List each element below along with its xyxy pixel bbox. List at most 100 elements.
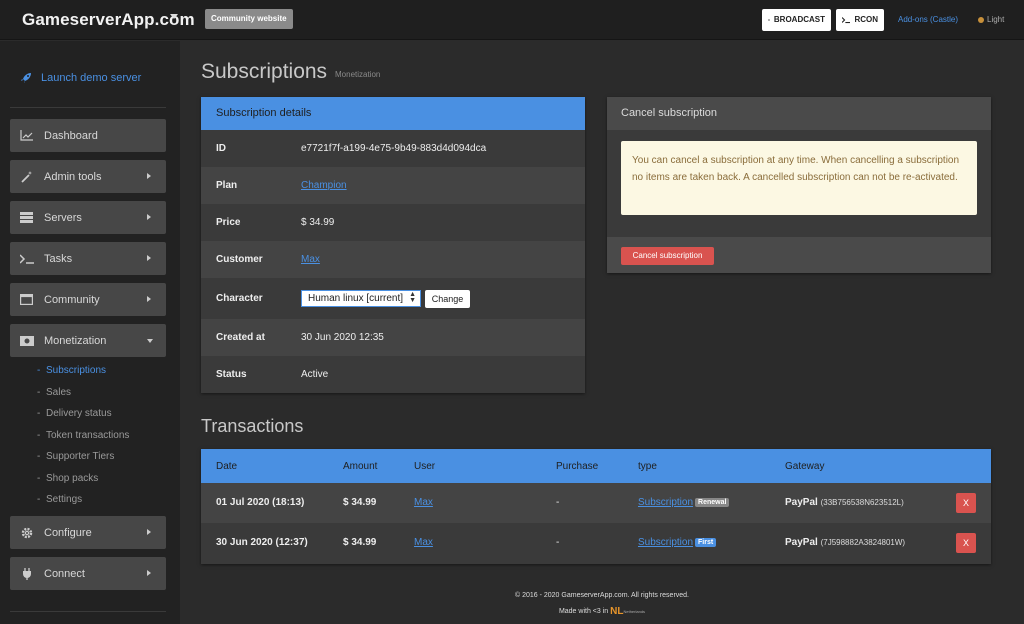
- addons-link[interactable]: Add-ons (Castle): [898, 15, 958, 24]
- tx-date: 01 Jul 2020 (18:13): [216, 497, 305, 508]
- table-header: Date Amount User Purchase type Gateway: [201, 449, 991, 483]
- gateway-name: PayPal: [785, 537, 818, 548]
- sidebar-divider: [10, 107, 166, 108]
- sidebar-subitem-subscriptions[interactable]: - Subscriptions: [37, 365, 106, 376]
- tx-amount: $ 34.99: [343, 537, 377, 548]
- cancel-subscription-panel: Cancel subscription You can cancel a sub…: [607, 97, 991, 273]
- broadcast-button[interactable]: BROADCAST: [762, 9, 831, 31]
- sidebar-subitem-settings[interactable]: - Settings: [37, 494, 83, 505]
- first-badge: First: [695, 538, 717, 547]
- tx-type-link[interactable]: Subscription: [638, 497, 693, 508]
- subitem-label: Sales: [46, 387, 72, 398]
- column-header-gateway[interactable]: Gateway: [785, 461, 824, 472]
- column-header-type[interactable]: type: [638, 461, 657, 472]
- gateway-name: PayPal: [785, 497, 818, 508]
- detail-label: ID: [216, 143, 226, 154]
- sidebar-item-label: Servers: [44, 211, 82, 224]
- detail-row-character: Character Human linux [current] ▲ ▼ Chang…: [201, 278, 585, 319]
- chevron-right-icon: [147, 255, 151, 261]
- server-icon: [19, 212, 34, 224]
- status-value: Active: [301, 369, 329, 380]
- tx-type: Subscription Renewal: [638, 497, 730, 508]
- sidebar: Launch demo server Dashboard Admin tools…: [0, 41, 180, 624]
- customer-link[interactable]: Max: [301, 254, 320, 265]
- column-header-date[interactable]: Date: [216, 461, 237, 472]
- subitem-label: Settings: [46, 494, 83, 505]
- detail-row-plan: Plan Champion: [201, 167, 585, 204]
- delete-transaction-button[interactable]: X: [956, 493, 976, 513]
- made-with-text: Made with <3 in: [558, 608, 609, 615]
- sidebar-item-label: Tasks: [44, 252, 73, 265]
- subitem-label: Token transactions: [46, 430, 130, 441]
- column-header-user[interactable]: User: [414, 461, 435, 472]
- change-character-button[interactable]: Change: [425, 289, 470, 308]
- footer-copyright: © 2016 - 2020 GameserverApp.com. All rig…: [514, 592, 689, 599]
- panel-header: Cancel subscription: [607, 97, 991, 130]
- launch-demo-server-link[interactable]: Launch demo server: [20, 72, 141, 84]
- top-bar: GameserverApp.com Community website BROA…: [0, 0, 1024, 40]
- tx-gateway: PayPal (7J598882A3824801W): [785, 537, 905, 548]
- sidebar-item-admin-tools[interactable]: Admin tools: [10, 160, 166, 193]
- column-header-purchase[interactable]: Purchase: [556, 461, 598, 472]
- detail-label: Character: [216, 293, 263, 304]
- sidebar-item-connect[interactable]: Connect: [10, 557, 166, 590]
- subscription-id: e7721f7f-a199-4e75-9b49-883d4d094dca: [301, 143, 487, 154]
- brand-title[interactable]: GameserverApp.com: [22, 10, 195, 30]
- sidebar-item-servers[interactable]: Servers: [10, 201, 166, 234]
- nl-logo: NL: [610, 606, 624, 617]
- money-icon: [19, 335, 34, 347]
- sidebar-subitem-sales[interactable]: - Sales: [37, 387, 72, 398]
- nl-subtext: Netherlands: [623, 609, 646, 614]
- gateway-id: (33B756538N623512L): [820, 498, 904, 507]
- sidebar-item-label: Community: [44, 293, 100, 306]
- launch-label: Launch demo server: [41, 72, 142, 84]
- terminal-icon: [19, 253, 34, 265]
- created-at-value: 30 Jun 2020 12:35: [301, 332, 384, 343]
- tx-user-link[interactable]: Max: [414, 537, 433, 548]
- detail-label: Price: [216, 217, 241, 228]
- brand-caret-icon[interactable]: [170, 14, 178, 19]
- subitem-label: Shop packs: [46, 473, 99, 484]
- light-theme-toggle[interactable]: Light: [978, 15, 1004, 24]
- tx-type-link[interactable]: Subscription: [638, 537, 693, 548]
- character-selected-value: Human linux [current]: [308, 293, 404, 304]
- sidebar-subitem-token-transactions[interactable]: - Token transactions: [37, 430, 130, 441]
- rocket-icon: [21, 73, 31, 83]
- sidebar-item-configure[interactable]: Configure: [10, 516, 166, 549]
- chevron-down-icon: [147, 339, 153, 343]
- sidebar-item-dashboard[interactable]: Dashboard: [10, 119, 166, 152]
- plan-link[interactable]: Champion: [301, 180, 347, 191]
- chevron-right-icon: [147, 570, 151, 576]
- subitem-label: Delivery status: [46, 408, 112, 419]
- tx-type: Subscription First: [638, 537, 717, 548]
- sidebar-item-monetization[interactable]: Monetization: [10, 324, 166, 357]
- sidebar-subitem-shop-packs[interactable]: - Shop packs: [37, 473, 99, 484]
- renewal-badge: Renewal: [695, 498, 730, 507]
- column-header-amount[interactable]: Amount: [343, 461, 377, 472]
- cancel-subscription-button[interactable]: Cancel subscription: [621, 247, 714, 265]
- table-row: 01 Jul 2020 (18:13) $ 34.99 Max - Subscr…: [201, 483, 991, 523]
- character-select[interactable]: Human linux [current] ▲ ▼: [301, 290, 421, 307]
- sidebar-item-tasks[interactable]: Tasks: [10, 242, 166, 275]
- detail-label: Created at: [216, 332, 265, 343]
- select-arrows-icon: ▲ ▼: [409, 291, 416, 304]
- wand-icon: [19, 170, 34, 183]
- sidebar-item-community[interactable]: Community: [10, 283, 166, 316]
- community-website-button[interactable]: Community website: [205, 9, 293, 29]
- chevron-right-icon: [147, 529, 151, 535]
- tx-user-link[interactable]: Max: [414, 497, 433, 508]
- sidebar-subitem-supporter-tiers[interactable]: - Supporter Tiers: [37, 451, 114, 462]
- gateway-id: (7J598882A3824801W): [820, 538, 906, 547]
- delete-transaction-button[interactable]: X: [956, 533, 976, 553]
- tx-gateway: PayPal (33B756538N623512L): [785, 497, 904, 508]
- sidebar-subitem-delivery-status[interactable]: - Delivery status: [37, 408, 112, 419]
- detail-row-created: Created at 30 Jun 2020 12:35: [201, 319, 585, 356]
- theme-dot-icon: [978, 16, 984, 23]
- detail-row-customer: Customer Max: [201, 241, 585, 278]
- page-subtitle: Monetization: [335, 70, 381, 79]
- chevron-right-icon: [147, 296, 151, 302]
- tx-amount: $ 34.99: [343, 497, 377, 508]
- tx-date: 30 Jun 2020 (12:37): [216, 537, 308, 548]
- rcon-button[interactable]: RCON: [836, 9, 884, 31]
- sidebar-divider: [10, 611, 166, 612]
